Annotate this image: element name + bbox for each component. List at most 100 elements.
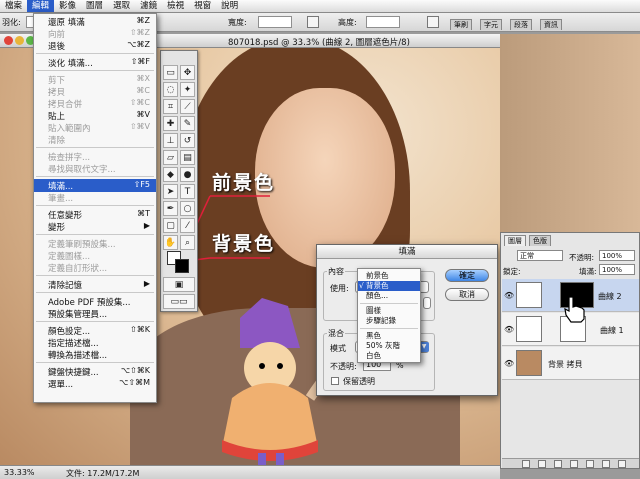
edit-menu-item-shortcut: ⌥⇧⌘M [119,378,150,387]
stamp-tool-icon[interactable]: ⊥ [163,133,178,148]
edit-menu-item[interactable]: 清除記憶 ▶ [34,278,156,291]
width-input[interactable] [258,16,292,28]
palette-tab-3[interactable]: 資訊 [540,19,562,30]
palette-well-icon[interactable] [427,16,439,28]
height-label: 高度: [338,18,357,27]
menu-separator [36,70,154,71]
menu-0[interactable]: 檔案 [0,0,27,12]
path-select-icon[interactable]: ➤ [163,184,178,199]
add-mask-icon[interactable] [554,460,562,468]
menu-2[interactable]: 影像 [54,0,81,12]
history-brush-icon[interactable]: ↺ [180,133,195,148]
dropdown-option[interactable]: √ 背景色 [358,281,420,291]
move-tool-icon[interactable]: ✥ [180,65,195,80]
background-swatch[interactable] [175,259,189,273]
eye-icon[interactable]: 👁 [504,325,514,334]
height-input[interactable] [366,16,400,28]
screen-mode-icon[interactable]: ▭▭ [163,294,195,309]
menu-5[interactable]: 濾鏡 [135,0,162,12]
eye-icon[interactable]: 👁 [504,291,514,300]
edit-menu-item-shortcut: ⇧⌘F [130,57,150,66]
brush-tool-icon[interactable]: ✎ [180,116,195,131]
eraser-tool-icon[interactable]: ▱ [163,150,178,165]
edit-menu-item[interactable]: 變形 ▶ [34,220,156,233]
layer-row[interactable]: 👁 背景 拷貝 [502,347,639,380]
palette-tab-0[interactable]: 筆刷 [450,19,472,30]
dropdown-option[interactable]: 白色 [358,351,420,361]
palette-tab-2[interactable]: 段落 [510,19,532,30]
edit-menu-item[interactable]: 轉換為描述檔... [34,348,156,361]
palette-tab-1[interactable]: 字元 [480,19,502,30]
blur-tool-icon[interactable]: ◆ [163,167,178,182]
ok-button[interactable]: 確定 [445,269,489,282]
layer-fill-input[interactable]: 100% [599,264,635,275]
pen-tool-icon[interactable]: ✒ [163,201,178,216]
cancel-button[interactable]: 取消 [445,288,489,301]
dropdown-separator [360,328,418,329]
tab-channels[interactable]: 色版 [529,235,551,246]
zoom-tool-icon[interactable]: ⌕ [180,235,195,250]
feather-label: 羽化: [2,18,21,27]
dropdown-option[interactable]: 圖樣 [358,306,420,316]
menu-bar: 檔案 編輯 影像 圖層 選取 濾鏡 檢視 視窗 說明 [0,0,640,13]
dodge-tool-icon[interactable]: ● [180,167,195,182]
zoom-level[interactable]: 33.33% [4,468,35,477]
menu-3[interactable]: 圖層 [81,0,108,12]
fill-label: 填滿: [579,267,597,276]
dropdown-option[interactable]: 前景色 [358,271,420,281]
preserve-transparency-checkbox[interactable] [331,377,339,385]
edit-menu-item-shortcut: ⇧⌘V [129,122,150,131]
quick-mask-icon[interactable]: ▣ [163,277,195,292]
menu-4[interactable]: 選取 [108,0,135,12]
menu-6[interactable]: 檢視 [162,0,189,12]
healing-brush-icon[interactable]: ✚ [163,116,178,131]
layer-opacity-input[interactable]: 100% [599,250,635,261]
doc-size: 文件: 17.2M/17.2M [66,469,140,478]
foreground-callout: 前景色 [212,172,276,194]
new-layer-icon[interactable] [602,460,610,468]
adjustment-layer-icon[interactable] [586,460,594,468]
blending-group-label: 混合 [327,328,345,339]
lasso-tool-icon[interactable]: ◌ [163,82,178,97]
layer-opacity-label: 不透明: [569,253,595,262]
close-icon[interactable] [4,36,13,45]
crop-tool-icon[interactable]: ⌗ [163,99,178,114]
menu-separator [36,275,154,276]
menu-8[interactable]: 說明 [216,0,243,12]
menu-1[interactable]: 編輯 [27,0,55,12]
edit-menu-item[interactable]: 預設集管理員... [34,307,156,320]
edit-menu-item[interactable]: 退後 ⌥⌘Z [34,39,156,52]
layers-toolbar [502,458,639,468]
edit-menu-item[interactable]: 選單... ⌥⇧⌘M [34,377,156,390]
fill-dialog-title: 填滿 [317,245,497,259]
minimize-icon[interactable] [15,36,24,45]
dropdown-option-label: 黑色 [366,331,381,340]
dropdown-option[interactable]: 黑色 [358,331,420,341]
edit-menu-item[interactable]: 淡化 填滿... ⇧⌘F [34,56,156,69]
marquee-tool-icon[interactable]: ▭ [163,65,178,80]
custom-pattern-select[interactable] [423,297,431,309]
new-set-icon[interactable] [570,460,578,468]
link-icon[interactable] [522,460,530,468]
notes-tool-icon[interactable]: ▢ [163,218,178,233]
edit-menu-item-label: 變形 [48,223,66,233]
hand-tool-icon[interactable]: ✋ [163,235,178,250]
blend-mode-select[interactable]: 正常 [517,250,563,261]
type-tool-icon[interactable]: T [180,184,195,199]
menu-separator [36,176,154,177]
tab-layers[interactable]: 圖層 [504,235,526,246]
shape-tool-icon[interactable]: ○ [180,201,195,216]
eye-icon[interactable]: 👁 [504,359,514,368]
slice-tool-icon[interactable]: ⟋ [180,99,195,114]
swap-icon[interactable] [307,16,319,28]
gradient-tool-icon[interactable]: ▤ [180,150,195,165]
eyedropper-icon[interactable]: ⁄ [180,218,195,233]
layer-style-icon[interactable] [538,460,546,468]
menu-7[interactable]: 視窗 [189,0,216,12]
dropdown-option[interactable]: 顏色... [358,291,420,301]
dropdown-option[interactable]: 步驟記錄 [358,316,420,326]
magic-wand-icon[interactable]: ✦ [180,82,195,97]
edit-menu-item-shortcut: ⌘T [137,209,150,218]
dropdown-option[interactable]: 50% 灰階 [358,341,420,351]
trash-icon[interactable] [618,460,626,468]
